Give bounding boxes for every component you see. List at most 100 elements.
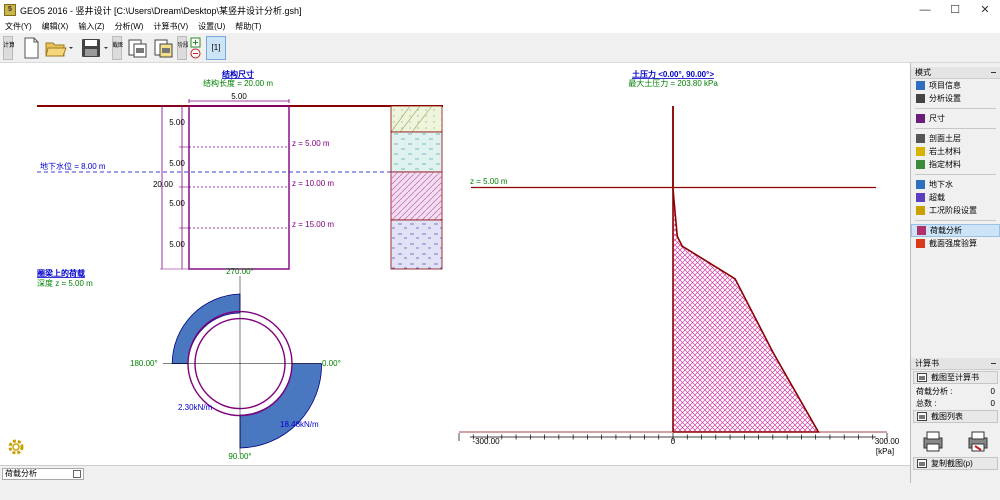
screenshot-vertical-tab[interactable]: 截图 [112, 36, 124, 60]
status-close-icon[interactable] [73, 470, 81, 478]
mode-item-label: 截面强度验算 [929, 239, 977, 248]
angle-top-label: 270.00° [226, 267, 254, 276]
menu-input[interactable]: 输入(Z) [73, 21, 109, 32]
screenshot-icon [917, 373, 927, 382]
drawing-svg: 结构尺寸 结构长度 = 20.00 m 5.00 5.00 5.00 5.00 … [37, 69, 900, 461]
angle-left-label: 180.00° [130, 359, 158, 368]
report-header-label: 计算书 [915, 359, 939, 368]
total-depth-label: 20.00 [153, 180, 174, 189]
menu-settings[interactable]: 设置(U) [193, 21, 230, 32]
pressure-subtitle: 最大土压力 = 203.80 kPa [628, 78, 718, 88]
save-icon[interactable] [80, 36, 102, 60]
screenshot-to-report-label: 截图至计算书 [931, 373, 979, 382]
close-button[interactable]: ✕ [970, 0, 1000, 20]
screenshot-tab-label: 截图 [113, 41, 123, 49]
screenshot-list-button[interactable]: 截图列表 [913, 410, 998, 423]
report-row-load-value: 0 [990, 386, 995, 396]
gear-icon [916, 94, 925, 103]
print-preview-icon[interactable] [966, 429, 990, 453]
status-mode-box: 荷载分析 [2, 468, 84, 480]
stage-tab-label: 阶段 [178, 41, 188, 49]
mode-item-check[interactable]: 截面强度验算 [911, 237, 1000, 250]
structure-length-label: 结构长度 = 20.00 m [203, 78, 273, 88]
calc-tab-label: 计算 [4, 41, 14, 49]
mode-item-label: 岩土材料 [929, 147, 961, 156]
list-icon [917, 412, 927, 421]
menu-report[interactable]: 计算书(V) [148, 21, 193, 32]
seg-dim-4: 5.00 [169, 240, 185, 249]
stage-add-remove-icons [190, 37, 201, 59]
bottom-strip [0, 483, 1000, 500]
open-dropdown-icon[interactable] [68, 36, 74, 60]
axis-unit-label: [kPa] [876, 447, 894, 456]
width-dim-label: 5.00 [231, 92, 247, 101]
mode-item-water[interactable]: 地下水 [911, 178, 1000, 191]
mode-item-layers[interactable]: 剖面土层 [911, 132, 1000, 145]
mode-separator [915, 108, 996, 109]
mode-collapse-icon[interactable] [991, 72, 996, 73]
menu-help[interactable]: 帮助(T) [230, 21, 266, 32]
surcharge-icon [916, 193, 925, 202]
mode-item-load-analysis[interactable]: 荷载分析 [911, 224, 1000, 237]
menu-edit[interactable]: 编辑(X) [37, 21, 74, 32]
seg-dim-1: 5.00 [169, 118, 185, 127]
report-row-total-value: 0 [990, 398, 995, 408]
z-label-3: z = 15.00 m [292, 220, 334, 229]
layers-icon [916, 134, 925, 143]
angle-bottom-label: 90.00° [228, 452, 251, 461]
structure-title: 结构尺寸 [222, 69, 254, 79]
mode-header-label: 模式 [915, 68, 931, 77]
menu-analysis[interactable]: 分析(W) [110, 21, 149, 32]
new-file-icon[interactable] [22, 36, 40, 60]
mode-item-dimension[interactable]: 尺寸 [911, 112, 1000, 125]
open-folder-icon[interactable] [44, 36, 68, 60]
info-icon [916, 81, 925, 90]
screenshot-to-report-button[interactable]: 截图至计算书 [913, 371, 998, 384]
mode-item-surcharge[interactable]: 超载 [911, 191, 1000, 204]
mode-item-gear[interactable]: 分析设置 [911, 92, 1000, 105]
mode-item-info[interactable]: 项目信息 [911, 79, 1000, 92]
settings-gear-icon[interactable] [6, 437, 26, 457]
status-bar: 荷载分析 [0, 465, 910, 483]
pressure-chart [458, 106, 888, 441]
right-panel: 模式 项目信息 分析设置尺寸剖面土层岩土材料指定材料地下水超载工况阶段设置 荷载分析… [910, 63, 1000, 483]
report-row-load: 荷载分析 : 0 [911, 385, 1000, 397]
load-min-label: 2.30kN/m [178, 403, 213, 412]
stage-vertical-tab[interactable]: 阶段 [177, 36, 189, 60]
paste-view-icon[interactable] [152, 36, 174, 60]
mode-item-label: 剖面土层 [929, 134, 961, 143]
menu-bar: 文件(Y) 编辑(X) 输入(Z) 分析(W) 计算书(V) 设置(U) 帮助(… [0, 19, 1000, 33]
mode-item-soil[interactable]: 岩土材料 [911, 145, 1000, 158]
minimize-button[interactable]: — [910, 0, 940, 20]
calc-vertical-tab[interactable]: 计算 [3, 36, 15, 60]
copy-screenshot-button[interactable]: 复制截图(p) [913, 457, 998, 470]
maximize-button[interactable]: ☐ [940, 0, 970, 20]
copy-icon [917, 459, 927, 468]
mode-separator [915, 174, 996, 175]
report-collapse-icon[interactable] [991, 363, 996, 364]
title-bar: 5 GEO5 2016 - 竖井设计 [C:\Users\Dream\Deskt… [0, 0, 1000, 20]
toolbar: 计算 截图 阶段 [1] [0, 33, 1000, 63]
menu-file[interactable]: 文件(Y) [0, 21, 37, 32]
report-panel: 计算书 截图至计算书 荷载分析 : 0 总数 : 0 截图列表 复制截图(p) [911, 358, 1000, 471]
mode-list: 项目信息 分析设置尺寸剖面土层岩土材料指定材料地下水超载工况阶段设置 荷载分析截面强… [911, 79, 1000, 250]
z-label-1: z = 5.00 m [292, 139, 330, 148]
print-icon[interactable] [921, 429, 945, 453]
shaft-outline [188, 105, 290, 270]
mode-item-assign[interactable]: 指定材料 [911, 158, 1000, 171]
report-row-total: 总数 : 0 [911, 397, 1000, 409]
pressure-area [673, 106, 819, 432]
mode-separator [915, 128, 996, 129]
water-icon [916, 180, 925, 189]
load-analysis-icon [917, 226, 926, 235]
mode-item-stage[interactable]: 工况阶段设置 [911, 204, 1000, 217]
drawing-canvas[interactable]: 结构尺寸 结构长度 = 20.00 m 5.00 5.00 5.00 5.00 … [0, 63, 910, 465]
app-icon: 5 [4, 4, 16, 16]
save-dropdown-icon[interactable] [103, 36, 109, 60]
copy-view-icon[interactable] [126, 36, 148, 60]
report-row-total-label: 总数 : [916, 398, 937, 408]
stage-1-tab[interactable]: [1] [206, 36, 226, 60]
mode-item-label: 超载 [929, 193, 945, 202]
load-max-label: 18.48kN/m [280, 420, 319, 429]
mode-separator [915, 220, 996, 221]
